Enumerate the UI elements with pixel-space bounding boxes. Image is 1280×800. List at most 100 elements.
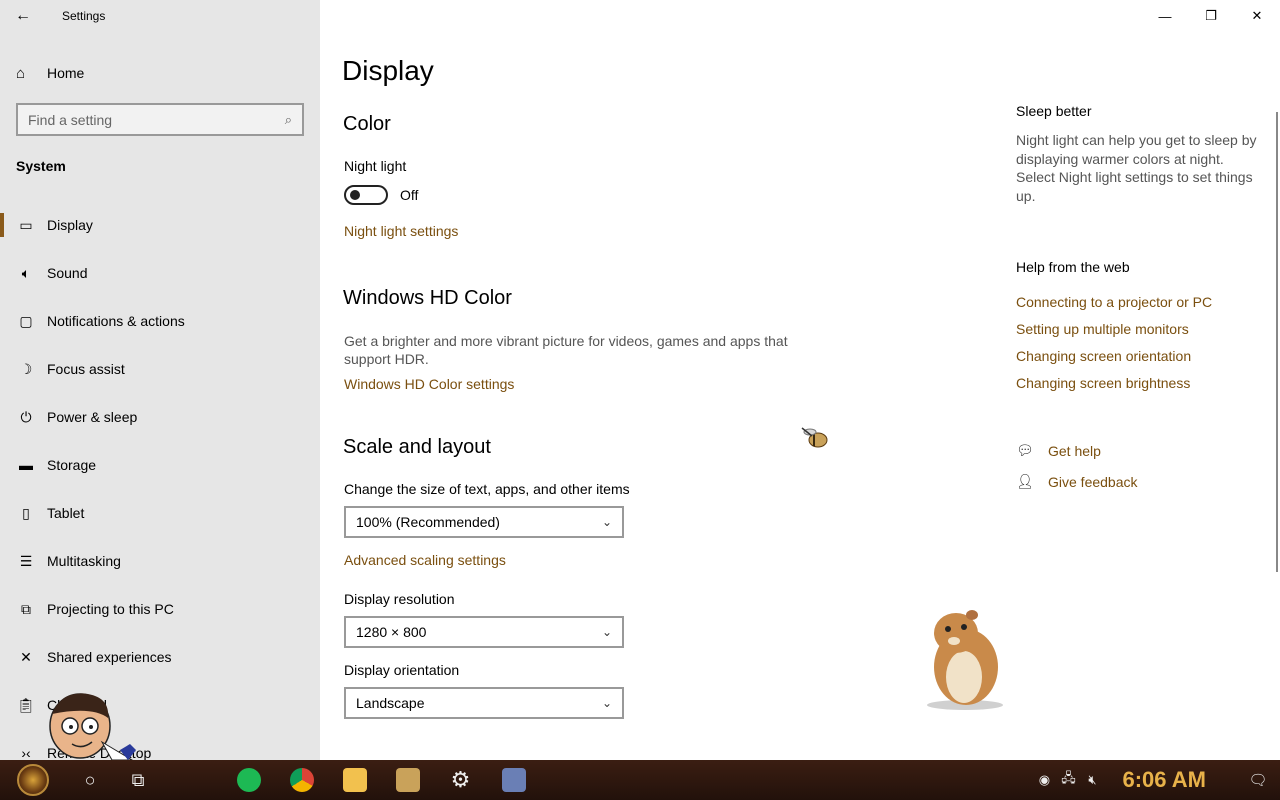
keyboard-icon [501, 768, 526, 792]
task-view-button[interactable]: ⧉ [114, 760, 162, 800]
search-input[interactable] [28, 111, 285, 128]
tray-app-icon[interactable]: ◉ [1032, 772, 1056, 788]
page-title: Display [342, 55, 434, 86]
sleep-better-heading: Sleep better [1016, 103, 1092, 119]
search-box[interactable]: ⌕ [16, 103, 304, 136]
power-icon: ⏻ [20, 408, 32, 425]
hdr-description: Get a brighter and more vibrant picture … [344, 333, 788, 367]
sidebar-item-label: Projecting to this PC [47, 601, 174, 617]
home-nav-item[interactable]: ⌂ Home [0, 56, 320, 90]
sidebar-item-shared[interactable]: ✕ Shared experiences [0, 633, 320, 681]
sidebar-item-display[interactable]: ▭ Display [0, 201, 320, 249]
notification-icon: ▢ [19, 312, 33, 329]
folder-icon [342, 768, 367, 792]
chat-help-icon: 💬︎ [1016, 442, 1034, 458]
sidebar-item-power[interactable]: ⏻ Power & sleep [0, 393, 320, 441]
task-view-icon: ⧉ [131, 769, 145, 790]
resolution-dropdown[interactable]: 1280 × 800 ⌄ [344, 616, 624, 648]
sidebar-item-label: Tablet [47, 505, 85, 521]
scrollbar[interactable] [1276, 112, 1278, 572]
network-icon[interactable]: 🖧︎ [1056, 769, 1080, 791]
back-button[interactable]: ← [0, 0, 46, 32]
cortana-circle-icon: ○ [84, 769, 96, 790]
scale-heading: Scale and layout [343, 436, 491, 458]
advanced-scaling-link[interactable]: Advanced scaling settings [344, 552, 506, 568]
night-light-toggle[interactable] [344, 185, 388, 205]
help-web-heading: Help from the web [1016, 259, 1130, 275]
bee-sprite [801, 427, 828, 448]
monitor-icon: ▭ [19, 216, 33, 233]
sleep-better-description: Night light can help you get to sleep by… [1016, 132, 1257, 204]
start-orb-icon [17, 764, 49, 796]
hdr-heading: Windows HD Color [343, 287, 512, 309]
sidebar-item-label: Shared experiences [47, 649, 172, 665]
help-link-brightness[interactable]: Changing screen brightness [1016, 375, 1190, 391]
sidebar-item-tablet[interactable]: ▯ Tablet [0, 489, 320, 537]
game-box-icon [395, 768, 420, 792]
titlebar: ← Settings [0, 0, 320, 32]
moon-icon: ☽ [19, 360, 33, 377]
multitasking-icon: ☰ [19, 552, 33, 569]
tablet-icon: ▯ [22, 504, 30, 521]
start-button[interactable] [0, 760, 66, 800]
help-link-multiple-monitors[interactable]: Setting up multiple monitors [1016, 321, 1189, 337]
sidebar-item-label: Sound [47, 265, 88, 281]
file-explorer-app[interactable] [328, 760, 381, 800]
sidebar-item-projecting[interactable]: ⧉ Projecting to this PC [0, 585, 320, 633]
game-box-app[interactable] [381, 760, 434, 800]
gear-icon: ⚙ [450, 767, 471, 792]
scale-dropdown[interactable]: 100% (Recommended) ⌄ [344, 506, 624, 538]
settings-app[interactable]: ⚙ [434, 760, 487, 800]
app-title: Settings [62, 9, 106, 23]
sidebar-item-notifications[interactable]: ▢ Notifications & actions [0, 297, 320, 345]
taskbar: ○ ⧉ ⚙ ◉ 🖧︎ 🔇︎ 6:06 AM 🗨︎ [0, 760, 1280, 800]
help-link-orientation[interactable]: Changing screen orientation [1016, 348, 1191, 364]
hdr-settings-link[interactable]: Windows HD Color settings [344, 376, 514, 392]
feedback-icon: 👤︎ [1016, 473, 1034, 489]
speaker-icon: 🔈︎ [21, 264, 31, 281]
sidebar-item-label: Storage [47, 457, 97, 473]
volume-muted-icon[interactable]: 🔇︎ [1080, 772, 1104, 788]
sidebar-item-label: Power & sleep [47, 409, 138, 425]
sidebar-item-storage[interactable]: ▬ Storage [0, 441, 320, 489]
orientation-dropdown[interactable]: Landscape ⌄ [344, 687, 624, 719]
help-link-projector[interactable]: Connecting to a projector or PC [1016, 294, 1212, 310]
action-center-icon[interactable]: 🗨︎ [1236, 771, 1280, 789]
night-light-label: Night light [344, 158, 407, 174]
orientation-label: Display orientation [344, 662, 460, 678]
night-light-settings-link[interactable]: Night light settings [344, 223, 458, 239]
sidebar-item-sound[interactable]: 🔈︎ Sound [0, 249, 320, 297]
home-icon: ⌂ [16, 64, 26, 82]
get-help-link[interactable]: 💬︎ Get help [1016, 442, 1101, 459]
resolution-dropdown-value: 1280 × 800 [356, 624, 427, 640]
chrome-app[interactable] [275, 760, 328, 800]
sidebar-item-label: Multitasking [47, 553, 121, 569]
size-label: Change the size of text, apps, and other… [344, 481, 630, 497]
chrome-icon [289, 768, 314, 792]
home-label: Home [47, 65, 85, 81]
taskbar-clock[interactable]: 6:06 AM [1122, 767, 1206, 793]
sidebar-item-label: Notifications & actions [47, 313, 185, 329]
projector-icon: ⧉ [21, 600, 31, 617]
spotify-app[interactable] [222, 760, 275, 800]
keyboard-app[interactable] [487, 760, 540, 800]
orientation-dropdown-value: Landscape [356, 695, 425, 711]
give-feedback-label: Give feedback [1048, 473, 1138, 490]
sidebar-item-multitasking[interactable]: ☰ Multitasking [0, 537, 320, 585]
give-feedback-link[interactable]: 👤︎ Give feedback [1016, 473, 1138, 490]
hamster-sprite [927, 610, 1003, 710]
night-light-toggle-row: Off [344, 185, 418, 205]
shared-icon: ✕ [20, 648, 32, 665]
sidebar-item-label: Focus assist [47, 361, 125, 377]
resolution-label: Display resolution [344, 591, 455, 607]
search-icon[interactable]: ⌕ [285, 112, 292, 128]
chevron-down-icon: ⌄ [601, 625, 612, 639]
cartoon-character-overlay [49, 693, 136, 760]
chevron-down-icon: ⌄ [601, 696, 612, 710]
back-arrow-icon: ← [15, 7, 31, 24]
system-tray: ◉ 🖧︎ 🔇︎ 6:06 AM 🗨︎ [1032, 760, 1280, 800]
sidebar-item-focus-assist[interactable]: ☽ Focus assist [0, 345, 320, 393]
sidebar: ← Settings ⌂ Home ⌕ System ▭ Display 🔈︎ So… [0, 0, 320, 761]
cortana-button[interactable]: ○ [66, 760, 114, 800]
chevron-down-icon: ⌄ [601, 515, 612, 529]
